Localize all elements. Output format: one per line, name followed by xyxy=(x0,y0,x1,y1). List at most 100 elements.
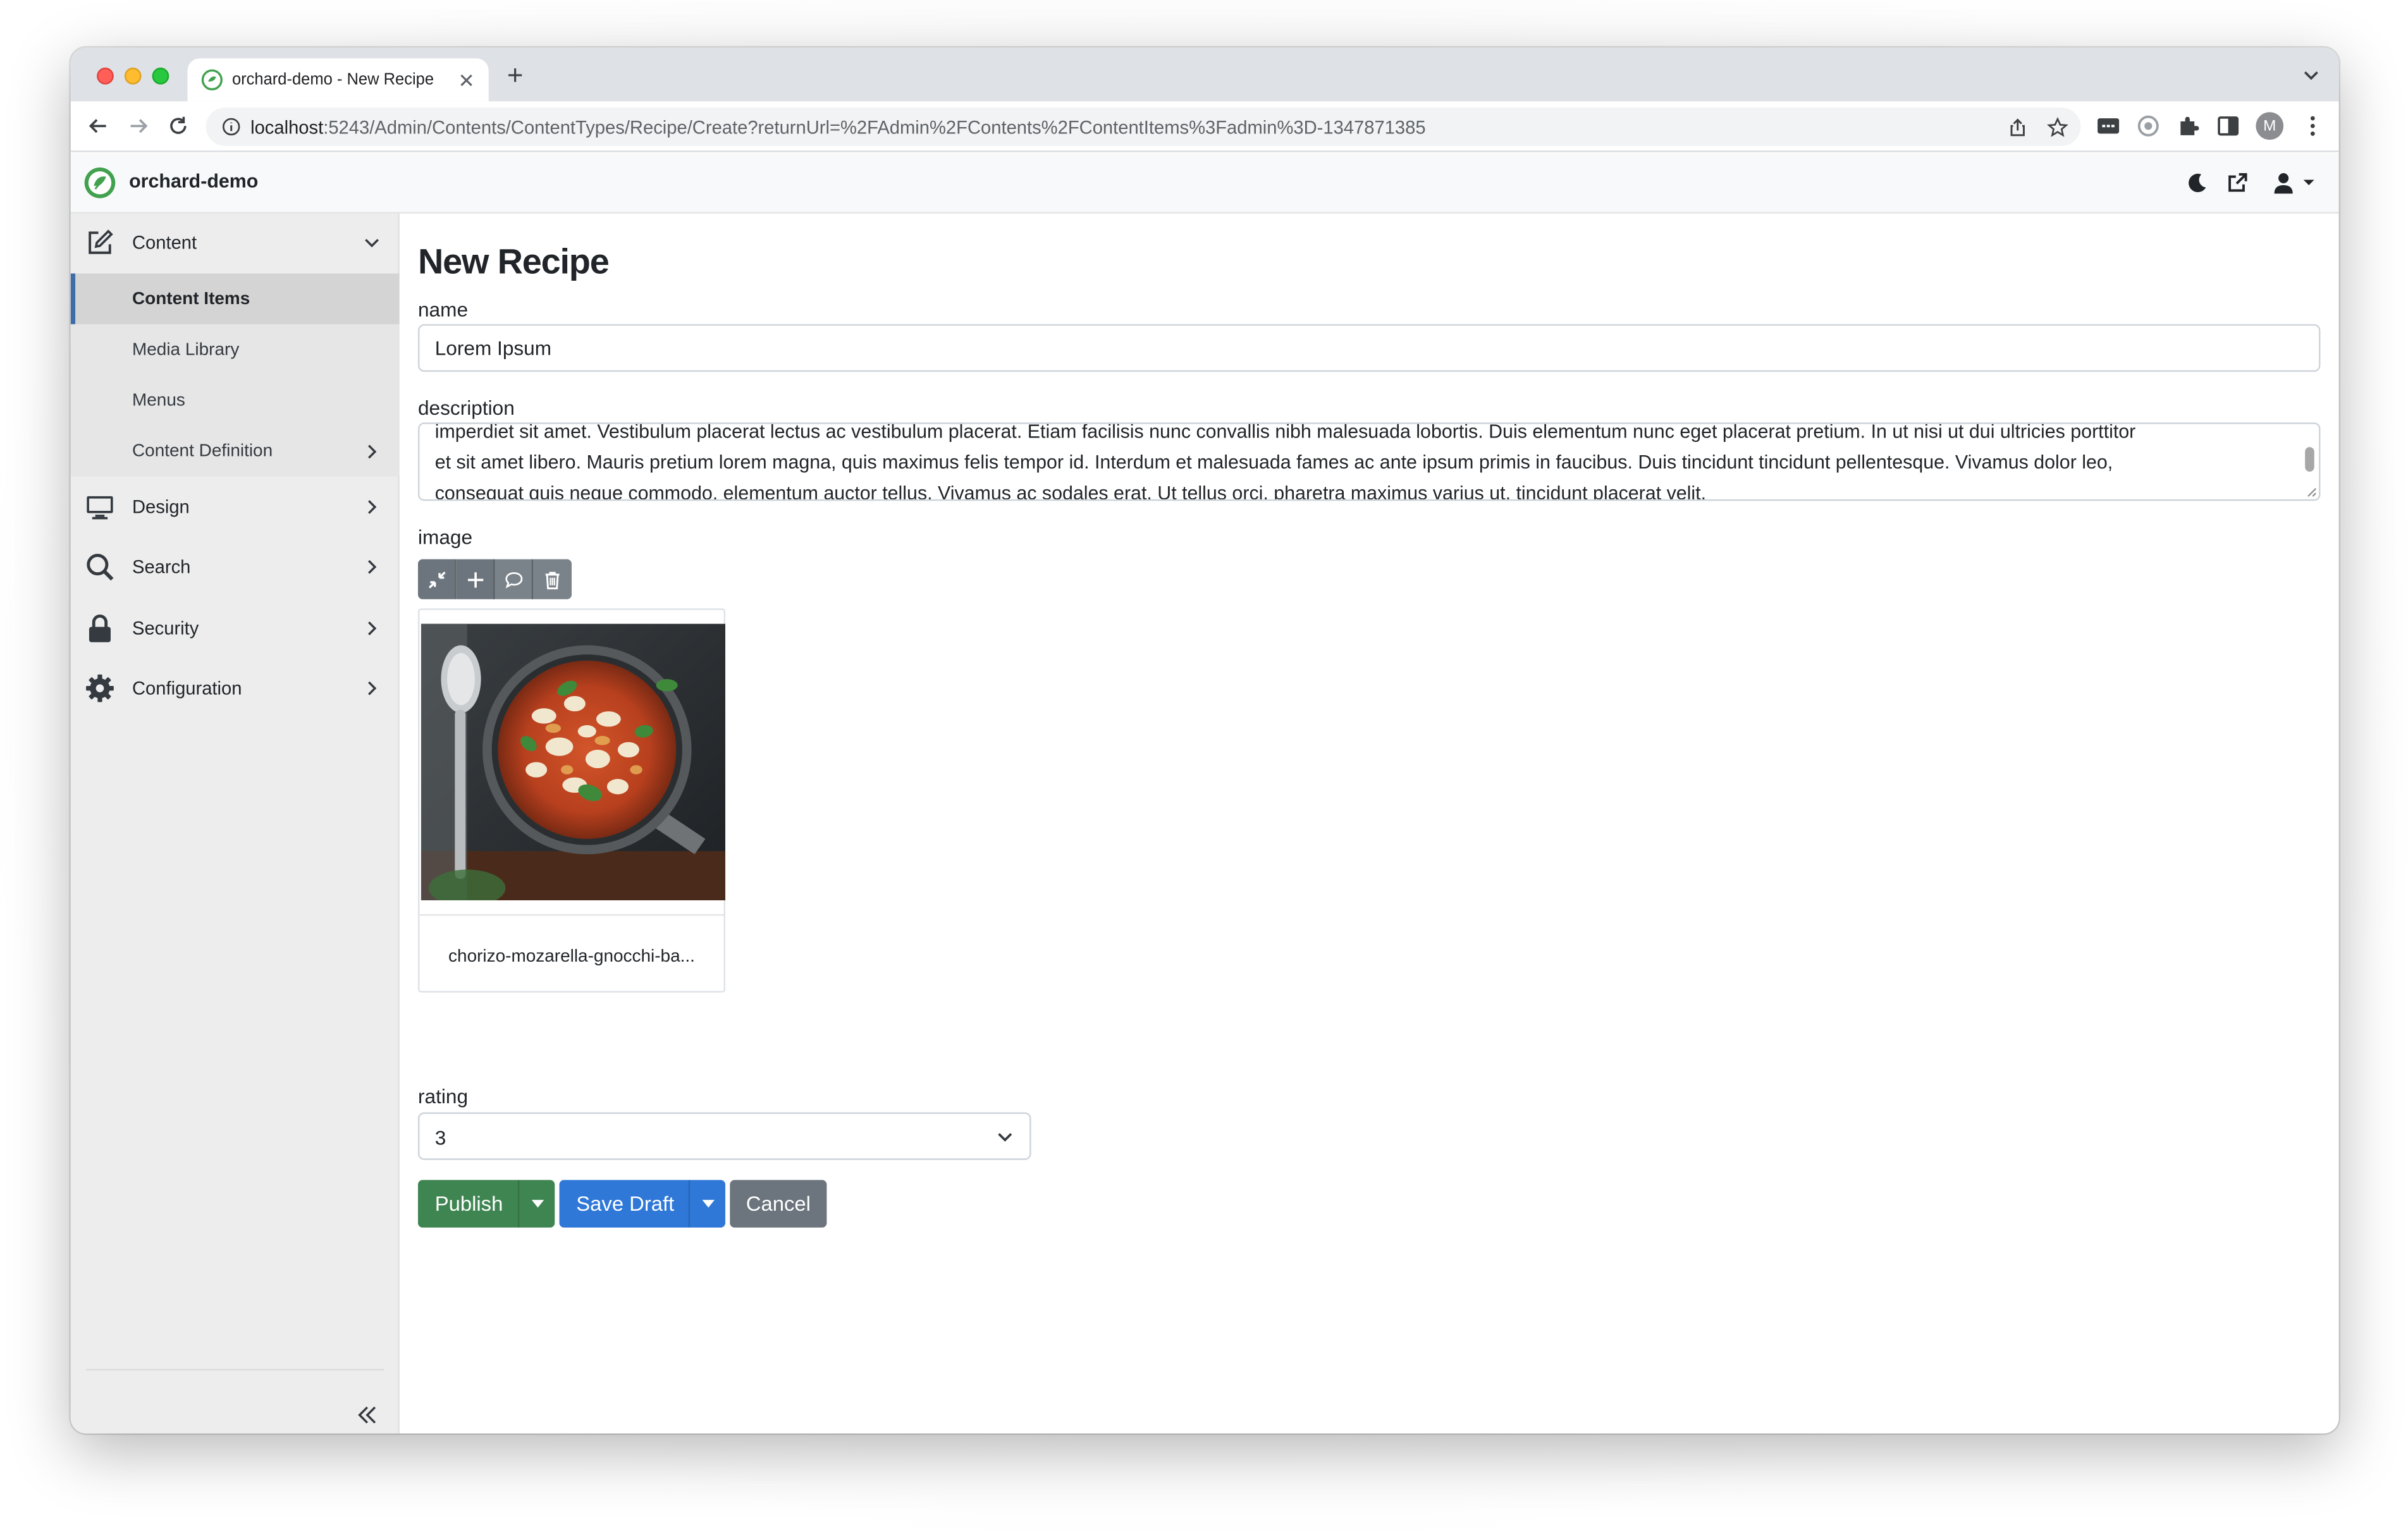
admin-sidebar: Content Content Items Media Library Menu… xyxy=(70,213,400,1434)
chevron-right-icon xyxy=(368,560,377,574)
page-title: New Recipe xyxy=(417,241,610,281)
sidebar-item-media-library[interactable]: Media Library xyxy=(71,324,400,375)
description-textarea[interactable]: imperdiet sit amet. Vestibulum placerat … xyxy=(417,422,2321,501)
menu-search[interactable]: Search xyxy=(71,538,400,596)
back-arrow-icon[interactable] xyxy=(86,114,111,138)
sidebar-item-content-definition[interactable]: Content Definition xyxy=(71,425,400,476)
sidebar-item-label: Menus xyxy=(132,391,185,410)
gnocchi-dish-image xyxy=(421,623,726,901)
publish-label: Publish xyxy=(434,1192,503,1216)
brand-name[interactable]: orchard-demo xyxy=(129,171,258,192)
browser-tab[interactable]: orchard-demo - New Recipe ✕ xyxy=(187,58,489,102)
media-filename: chorizo-mozarella-gnocchi-ba... xyxy=(448,948,695,967)
bookmark-star-icon[interactable] xyxy=(2047,117,2068,138)
media-caption-button[interactable] xyxy=(494,559,534,599)
extension-circle-icon[interactable] xyxy=(2136,114,2161,138)
delete-media-button[interactable] xyxy=(533,559,572,599)
menu-label: Content xyxy=(132,231,197,254)
cancel-button[interactable]: Cancel xyxy=(730,1180,827,1228)
sidebar-item-label: Content Items xyxy=(132,290,250,309)
url-text: localhost:5243/Admin/Contents/ContentTyp… xyxy=(250,116,1426,138)
browser-menu-icon[interactable] xyxy=(2302,114,2323,138)
reload-icon[interactable] xyxy=(166,114,190,138)
media-card-divider xyxy=(419,914,724,916)
menu-label: Design xyxy=(132,496,190,518)
lock-icon xyxy=(89,615,111,642)
menu-configuration[interactable]: Configuration xyxy=(71,659,400,718)
add-media-button[interactable] xyxy=(456,559,495,599)
resize-handle-icon[interactable] xyxy=(2305,486,2317,498)
address-bar[interactable]: localhost:5243/Admin/Contents/ContentTyp… xyxy=(206,107,2081,146)
collapse-sidebar-icon[interactable] xyxy=(357,1404,378,1426)
description-label: description xyxy=(417,396,515,420)
minimize-window-button[interactable] xyxy=(124,67,142,85)
name-input[interactable] xyxy=(417,324,2321,372)
image-label: image xyxy=(417,525,473,549)
tab-search-chevron-icon[interactable] xyxy=(2302,66,2320,84)
forward-arrow-icon[interactable] xyxy=(126,114,150,138)
publish-dropdown-toggle[interactable] xyxy=(517,1180,555,1228)
description-line: consequat quis neque commodo, elementum … xyxy=(434,482,1707,501)
visit-site-external-icon[interactable] xyxy=(2225,171,2250,195)
gear-icon xyxy=(86,674,114,702)
menu-label: Search xyxy=(132,556,191,578)
extension-password-icon[interactable] xyxy=(2096,114,2121,138)
content-submenu: Content Items Media Library Menus Conten… xyxy=(70,273,400,477)
menu-label: Security xyxy=(132,617,199,639)
tab-title: orchard-demo - New Recipe xyxy=(231,70,434,89)
menu-security[interactable]: Security xyxy=(71,599,400,658)
edit-icon xyxy=(89,230,113,254)
chevron-right-icon xyxy=(368,500,377,514)
share-icon[interactable] xyxy=(2007,117,2029,138)
sidebar-item-menus[interactable]: Menus xyxy=(71,375,400,425)
arrows-collapse-icon xyxy=(427,570,445,588)
expand-media-button[interactable] xyxy=(417,559,457,599)
media-item-card[interactable]: chorizo-mozarella-gnocchi-ba... xyxy=(417,608,726,993)
search-icon xyxy=(87,554,114,581)
orchard-favicon-icon xyxy=(201,69,223,90)
tab-close-icon[interactable]: ✕ xyxy=(458,70,475,90)
save-draft-button[interactable]: Save Draft xyxy=(559,1180,726,1228)
main-content: New Recipe name description imperdiet si… xyxy=(399,213,2339,1434)
menu-design[interactable]: Design xyxy=(71,478,400,536)
name-label: name xyxy=(417,298,469,321)
chevron-right-icon xyxy=(368,444,377,458)
rating-label: rating xyxy=(417,1084,469,1108)
comment-icon xyxy=(505,571,522,588)
menu-content[interactable]: Content xyxy=(71,214,400,272)
cancel-label: Cancel xyxy=(746,1192,811,1216)
maximize-window-button[interactable] xyxy=(152,67,169,85)
caret-down-icon xyxy=(531,1199,544,1208)
rating-selected-value: 3 xyxy=(434,1126,446,1149)
sidebar-item-label: Content Definition xyxy=(132,441,273,460)
profile-avatar[interactable]: M xyxy=(2256,112,2284,140)
save-draft-dropdown-toggle[interactable] xyxy=(688,1180,725,1228)
extensions-puzzle-icon[interactable] xyxy=(2176,114,2201,138)
browser-window: orchard-demo - New Recipe ✕ + localhost:… xyxy=(70,47,2339,1434)
chevron-down-icon xyxy=(365,238,379,248)
user-menu-icon[interactable] xyxy=(2271,171,2318,195)
description-text: imperdiet sit amet. Vestibulum placerat … xyxy=(434,422,2279,501)
publish-button[interactable]: Publish xyxy=(417,1180,555,1228)
caret-down-icon xyxy=(701,1199,714,1208)
textarea-scrollbar[interactable] xyxy=(2305,447,2314,472)
close-window-button[interactable] xyxy=(97,67,114,85)
description-line: imperdiet sit amet. Vestibulum placerat … xyxy=(434,422,2136,443)
sidebar-item-content-items[interactable]: Content Items xyxy=(70,273,400,324)
rating-select[interactable]: 3 xyxy=(417,1112,1031,1160)
browser-toolbar: localhost:5243/Admin/Contents/ContentTyp… xyxy=(70,101,2339,152)
side-panel-icon[interactable] xyxy=(2216,114,2240,138)
description-line: et sit amet libero. Mauris pretium lorem… xyxy=(434,451,2113,474)
new-tab-button[interactable]: + xyxy=(507,61,524,89)
sidebar-divider xyxy=(86,1369,384,1371)
plus-icon xyxy=(467,571,483,587)
site-info-icon[interactable] xyxy=(221,117,242,137)
sidebar-item-label: Media Library xyxy=(132,340,240,359)
chevron-right-icon xyxy=(368,681,377,695)
dark-mode-moon-icon[interactable] xyxy=(2185,171,2210,195)
menu-label: Configuration xyxy=(132,677,242,699)
chevron-right-icon xyxy=(368,621,377,635)
chevron-down-icon xyxy=(998,1133,1012,1142)
orchard-logo-icon[interactable] xyxy=(83,166,116,199)
trash-icon xyxy=(545,571,560,589)
